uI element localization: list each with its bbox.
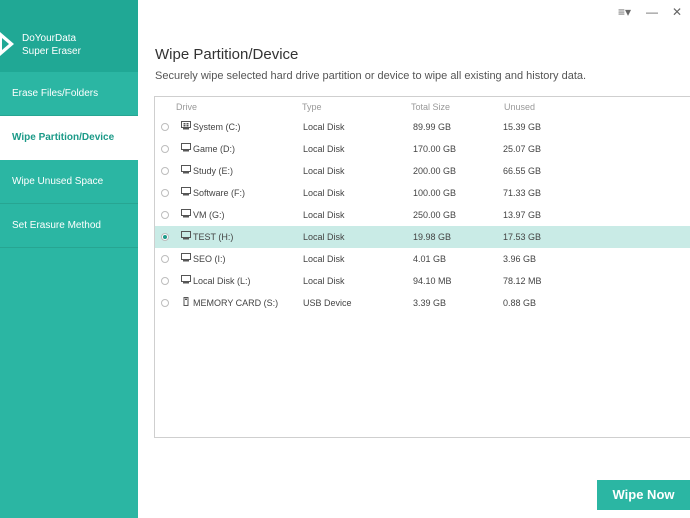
drive-type: USB Device xyxy=(303,298,352,308)
drive-table: Drive Type Total Size Unused System (C:)… xyxy=(154,96,690,438)
header-unused: Unused xyxy=(504,102,536,112)
total-size: 250.00 GB xyxy=(413,210,457,220)
minimize-icon[interactable]: — xyxy=(646,6,658,18)
wipe-now-button[interactable]: Wipe Now xyxy=(597,480,690,510)
unused-space: 17.53 GB xyxy=(503,232,542,242)
drive-name: Game (D:) xyxy=(193,144,236,154)
table-header: Drive Type Total Size Unused xyxy=(155,97,690,115)
unused-space: 71.33 GB xyxy=(503,188,542,198)
app-name-line2: Super Eraser xyxy=(22,46,81,57)
app-name-line1: DoYourData xyxy=(22,33,77,44)
table-row[interactable]: TEST (H:) Local Disk 19.98 GB 17.53 GB xyxy=(155,226,690,248)
drive-name: Study (E:) xyxy=(193,166,234,176)
drive-name: MEMORY CARD (S:) xyxy=(193,298,279,308)
usb-icon xyxy=(181,297,191,306)
sidebar: DoYourData Super Eraser Erase Files/Fold… xyxy=(0,0,138,518)
row-radio[interactable] xyxy=(161,299,169,307)
total-size: 4.01 GB xyxy=(413,254,447,264)
unused-space: 78.12 MB xyxy=(503,276,542,286)
drive-type: Local Disk xyxy=(303,232,345,242)
total-size: 200.00 GB xyxy=(413,166,457,176)
unused-space: 15.39 GB xyxy=(503,122,542,132)
table-row[interactable]: Local Disk (L:) Local Disk 94.10 MB 78.12 M… xyxy=(155,270,690,292)
disk-icon xyxy=(181,143,191,152)
total-size: 89.99 GB xyxy=(413,122,452,132)
row-radio[interactable] xyxy=(161,211,169,219)
table-row[interactable]: Software (F:) Local Disk 100.00 GB 71.33 GB xyxy=(155,182,690,204)
drive-name: Software (F:) xyxy=(193,188,246,198)
page-title: Wipe Partition/Device xyxy=(155,46,299,63)
sidebar-item-wipe-unused-space[interactable]: Wipe Unused Space xyxy=(0,160,138,204)
table-row[interactable]: SEO (I:) Local Disk 4.01 GB 3.96 GB xyxy=(155,248,690,270)
sidebar-item-erase-files[interactable]: Erase Files/Folders xyxy=(0,72,138,116)
disk-icon xyxy=(181,231,191,240)
drive-type: Local Disk xyxy=(303,276,345,286)
drive-type: Local Disk xyxy=(303,210,345,220)
row-radio[interactable] xyxy=(161,123,169,131)
table-row[interactable]: System (C:) Local Disk 89.99 GB 15.39 GB xyxy=(155,116,690,138)
table-row[interactable]: VM (G:) Local Disk 250.00 GB 13.97 GB xyxy=(155,204,690,226)
drive-name: Local Disk (L:) xyxy=(193,276,251,286)
drive-type: Local Disk xyxy=(303,166,345,176)
drive-type: Local Disk xyxy=(303,122,345,132)
menu-icon[interactable]: ≡▾ xyxy=(618,6,631,18)
unused-space: 66.55 GB xyxy=(503,166,542,176)
header-type: Type xyxy=(302,102,322,112)
table-row[interactable]: Study (E:) Local Disk 200.00 GB 66.55 GB xyxy=(155,160,690,182)
unused-space: 25.07 GB xyxy=(503,144,542,154)
row-radio[interactable] xyxy=(161,277,169,285)
unused-space: 0.88 GB xyxy=(503,298,537,308)
drive-name: SEO (I:) xyxy=(193,254,226,264)
drive-type: Local Disk xyxy=(303,254,345,264)
total-size: 3.39 GB xyxy=(413,298,447,308)
row-radio[interactable] xyxy=(161,167,169,175)
disk-icon xyxy=(181,165,191,174)
total-size: 170.00 GB xyxy=(413,144,457,154)
drive-name: TEST (H:) xyxy=(193,232,234,242)
header-total-size: Total Size xyxy=(411,102,451,112)
total-size: 100.00 GB xyxy=(413,188,457,198)
row-radio[interactable] xyxy=(161,145,169,153)
table-row[interactable]: Game (D:) Local Disk 170.00 GB 25.07 GB xyxy=(155,138,690,160)
app-logo-icon xyxy=(0,32,14,56)
row-radio[interactable] xyxy=(161,233,169,241)
total-size: 19.98 GB xyxy=(413,232,452,242)
app-name: DoYourData Super Eraser xyxy=(22,32,81,58)
disk-icon xyxy=(181,253,191,262)
brand-header: DoYourData Super Eraser xyxy=(0,0,138,72)
unused-space: 3.96 GB xyxy=(503,254,537,264)
unused-space: 13.97 GB xyxy=(503,210,542,220)
page-subtitle: Securely wipe selected hard drive partit… xyxy=(155,70,587,82)
row-radio[interactable] xyxy=(161,189,169,197)
drive-type: Local Disk xyxy=(303,188,345,198)
sidebar-item-wipe-partition[interactable]: Wipe Partition/Device xyxy=(0,116,138,160)
row-radio[interactable] xyxy=(161,255,169,263)
close-icon[interactable]: ✕ xyxy=(672,6,682,18)
disk-icon xyxy=(181,187,191,196)
disk-icon xyxy=(181,275,191,284)
disk-icon xyxy=(181,209,191,218)
sidebar-item-set-erasure-method[interactable]: Set Erasure Method xyxy=(0,204,138,248)
header-drive: Drive xyxy=(176,102,198,112)
drive-name: System (C:) xyxy=(193,122,241,132)
windows-disk-icon xyxy=(181,121,191,130)
table-row[interactable]: MEMORY CARD (S:) USB Device 3.39 GB 0.88 GB xyxy=(155,292,690,314)
total-size: 94.10 MB xyxy=(413,276,452,286)
drive-type: Local Disk xyxy=(303,144,345,154)
drive-name: VM (G:) xyxy=(193,210,225,220)
